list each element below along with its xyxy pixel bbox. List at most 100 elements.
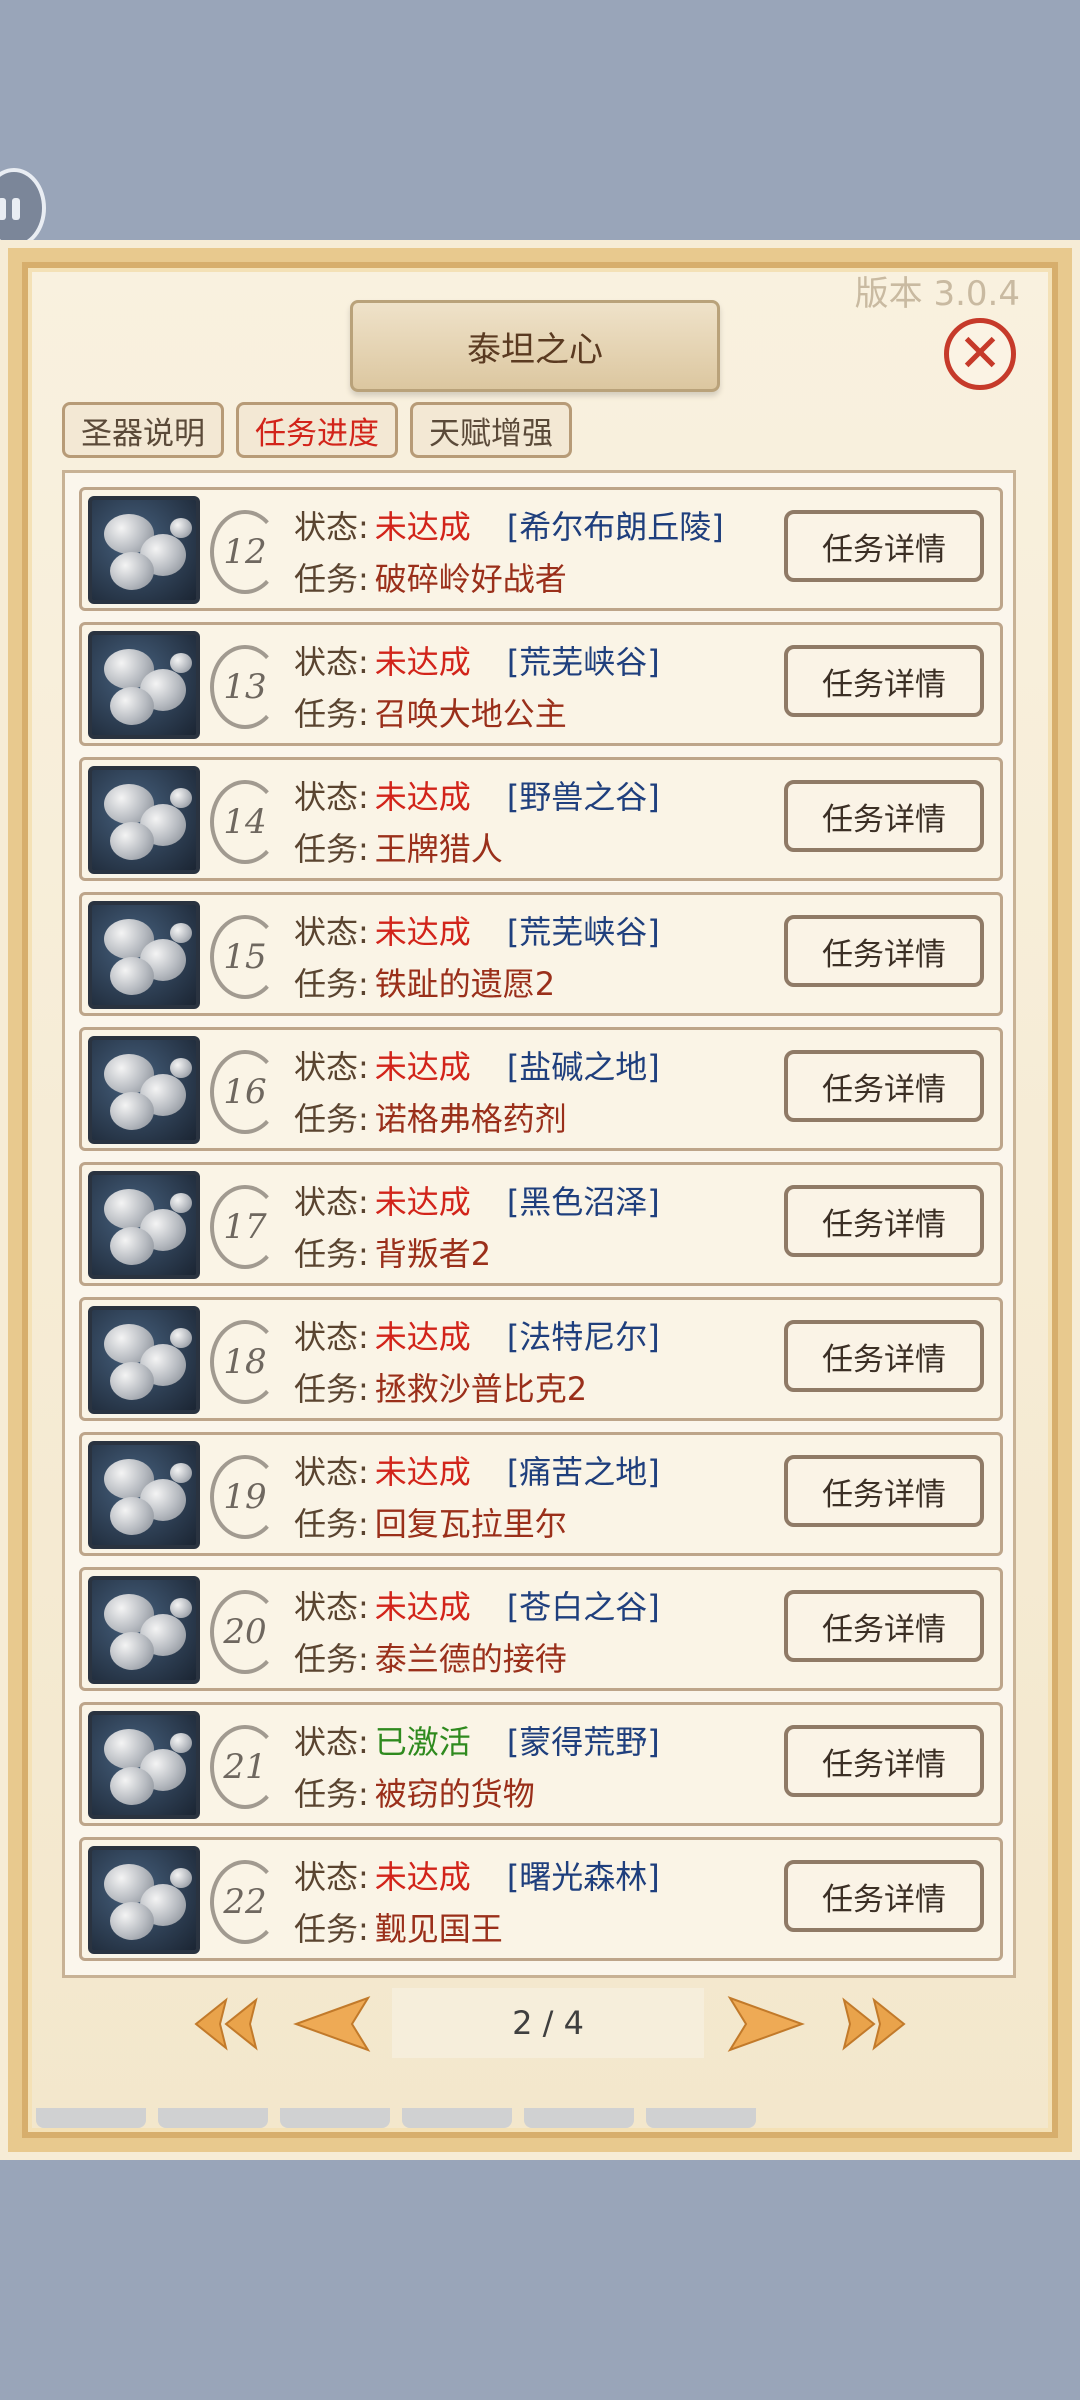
task-detail-button[interactable]: 任务详情 <box>784 915 984 987</box>
task-line: 任务: 被窃的货物 <box>294 1769 535 1815</box>
status-line: 状态: 未达成 [苍白之谷] <box>294 1582 660 1628</box>
task-detail-label: 任务详情 <box>822 1746 946 1783</box>
task-name: 召唤大地公主 <box>374 695 567 733</box>
artifact-stone-icon <box>88 1306 200 1414</box>
status-value: 未达成 <box>374 508 471 546</box>
status-line: 状态: 未达成 [荒芜峡谷] <box>294 637 660 683</box>
task-location: [盐碱之地] <box>506 1048 660 1086</box>
task-detail-button[interactable]: 任务详情 <box>784 1050 984 1122</box>
task-location: [荒芜峡谷] <box>506 913 660 951</box>
task-row: 19 状态: 未达成 [痛苦之地] 任务: 回复瓦拉里尔 任务详情 <box>79 1432 1003 1556</box>
prev-page-button[interactable] <box>292 1994 372 2054</box>
task-line: 任务: 铁趾的遗愿2 <box>294 959 555 1005</box>
last-page-button[interactable] <box>834 1994 914 2054</box>
status-line: 状态: 未达成 [希尔布朗丘陵] <box>294 502 724 548</box>
task-detail-button[interactable]: 任务详情 <box>784 1590 984 1662</box>
status-value: 未达成 <box>374 643 471 681</box>
status-label: 状态: <box>294 508 369 546</box>
status-label: 状态: <box>294 1723 369 1761</box>
task-number: 19 <box>210 1455 280 1539</box>
task-location: [苍白之谷] <box>506 1588 660 1626</box>
status-value: 未达成 <box>374 1858 471 1896</box>
artifact-stone-icon <box>88 1441 200 1549</box>
task-location: [痛苦之地] <box>506 1453 660 1491</box>
task-location: [希尔布朗丘陵] <box>506 508 724 546</box>
task-line: 任务: 拯救沙普比克2 <box>294 1364 587 1410</box>
task-detail-label: 任务详情 <box>822 1476 946 1513</box>
status-value: 未达成 <box>374 1183 471 1221</box>
status-label: 状态: <box>294 643 369 681</box>
task-detail-label: 任务详情 <box>822 1071 946 1108</box>
page-title: 泰坦之心 <box>467 329 603 370</box>
task-row: 20 状态: 未达成 [苍白之谷] 任务: 泰兰德的接待 任务详情 <box>79 1567 1003 1691</box>
task-detail-label: 任务详情 <box>822 1206 946 1243</box>
task-detail-button[interactable]: 任务详情 <box>784 645 984 717</box>
task-detail-label: 任务详情 <box>822 666 946 703</box>
task-detail-label: 任务详情 <box>822 936 946 973</box>
tab-talent-boost[interactable]: 天赋增强 <box>410 402 572 458</box>
task-number: 20 <box>210 1590 280 1674</box>
task-line: 任务: 诺格弗格药剂 <box>294 1094 567 1140</box>
floating-menu-button[interactable] <box>0 168 46 248</box>
task-label: 任务: <box>294 560 369 598</box>
artifact-stone-icon <box>88 1711 200 1819</box>
hidden-tab <box>646 2108 756 2128</box>
task-line: 任务: 王牌猎人 <box>294 824 503 870</box>
task-detail-button[interactable]: 任务详情 <box>784 1320 984 1392</box>
task-number: 16 <box>210 1050 280 1134</box>
task-number: 22 <box>210 1860 280 1944</box>
artifact-stone-icon <box>88 901 200 1009</box>
task-location: [荒芜峡谷] <box>506 643 660 681</box>
task-label: 任务: <box>294 695 369 733</box>
task-number: 21 <box>210 1725 280 1809</box>
status-value: 未达成 <box>374 1453 471 1491</box>
tab-label: 任务进度 <box>255 415 379 452</box>
next-page-button[interactable] <box>726 1994 806 2054</box>
task-detail-button[interactable]: 任务详情 <box>784 1860 984 1932</box>
tab-task-progress[interactable]: 任务进度 <box>236 402 398 458</box>
tab-label: 天赋增强 <box>429 415 553 452</box>
task-detail-label: 任务详情 <box>822 1341 946 1378</box>
close-button[interactable]: ✕ <box>944 318 1016 390</box>
task-detail-button[interactable]: 任务详情 <box>784 1185 984 1257</box>
artifact-stone-icon <box>88 1576 200 1684</box>
task-name: 铁趾的遗愿2 <box>374 965 556 1003</box>
task-name: 诺格弗格药剂 <box>374 1100 567 1138</box>
task-label: 任务: <box>294 830 369 868</box>
task-name: 回复瓦拉里尔 <box>374 1505 567 1543</box>
task-list[interactable]: 12 状态: 未达成 [希尔布朗丘陵] 任务: 破碎岭好战者 任务详情 13 状态: 未… <box>62 470 1016 1978</box>
task-label: 任务: <box>294 1910 369 1948</box>
task-row: 14 状态: 未达成 [野兽之谷] 任务: 王牌猎人 任务详情 <box>79 757 1003 881</box>
task-label: 任务: <box>294 1640 369 1678</box>
status-label: 状态: <box>294 1318 369 1356</box>
task-name: 泰兰德的接待 <box>374 1640 567 1678</box>
status-line: 状态: 未达成 [曙光森林] <box>294 1852 660 1898</box>
task-number: 15 <box>210 915 280 999</box>
status-line: 状态: 未达成 [盐碱之地] <box>294 1042 660 1088</box>
artifact-stone-icon <box>88 496 200 604</box>
task-detail-button[interactable]: 任务详情 <box>784 510 984 582</box>
hidden-tab <box>158 2108 268 2128</box>
task-line: 任务: 召唤大地公主 <box>294 689 567 735</box>
task-label: 任务: <box>294 1775 369 1813</box>
tab-artifact-info[interactable]: 圣器说明 <box>62 402 224 458</box>
hidden-tab <box>524 2108 634 2128</box>
task-line: 任务: 觐见国王 <box>294 1904 503 1950</box>
task-row: 15 状态: 未达成 [荒芜峡谷] 任务: 铁趾的遗愿2 任务详情 <box>79 892 1003 1016</box>
page-indicator: 2 / 4 <box>392 1988 704 2058</box>
title-plate: 泰坦之心 <box>350 300 720 392</box>
task-detail-button[interactable]: 任务详情 <box>784 1725 984 1797</box>
first-page-button[interactable] <box>186 1994 266 2054</box>
tab-label: 圣器说明 <box>81 415 205 452</box>
status-value: 已激活 <box>374 1723 471 1761</box>
task-detail-button[interactable]: 任务详情 <box>784 780 984 852</box>
task-detail-button[interactable]: 任务详情 <box>784 1455 984 1527</box>
status-value: 未达成 <box>374 778 471 816</box>
hidden-tab <box>36 2108 146 2128</box>
artifact-stone-icon <box>88 1171 200 1279</box>
task-number: 17 <box>210 1185 280 1269</box>
task-row: 13 状态: 未达成 [荒芜峡谷] 任务: 召唤大地公主 任务详情 <box>79 622 1003 746</box>
task-line: 任务: 背叛者2 <box>294 1229 491 1275</box>
task-name: 被窃的货物 <box>374 1775 535 1813</box>
task-line: 任务: 泰兰德的接待 <box>294 1634 567 1680</box>
